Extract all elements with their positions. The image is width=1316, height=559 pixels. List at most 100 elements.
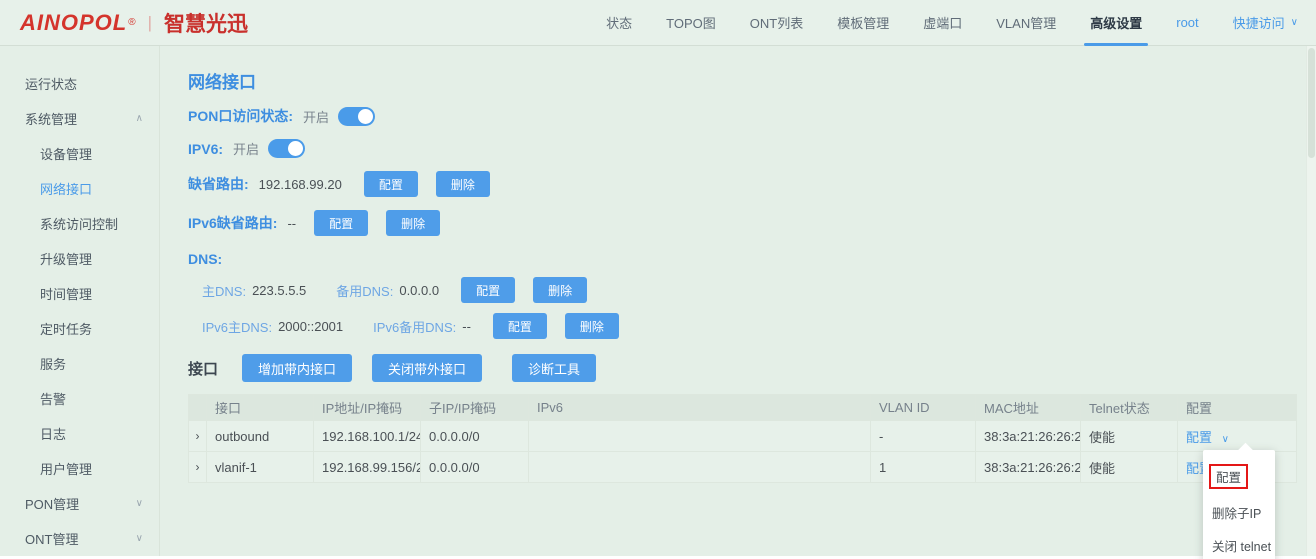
default-route-label: 缺省路由: (188, 174, 249, 194)
table-row: › outbound 192.168.100.1/24 0.0.0.0/0 - … (189, 421, 1297, 452)
sidebar-item-device-mgmt[interactable]: 设备管理 (0, 136, 159, 171)
cell-ipv6 (529, 421, 871, 452)
menu-item-delete-subip[interactable]: 删除子IP (1203, 496, 1275, 529)
col-telnet-status: Telnet状态 (1081, 395, 1178, 421)
row-expand-icon[interactable]: › (189, 421, 207, 452)
primary-dns-value: 223.5.5.5 (252, 283, 306, 298)
interface-section-row: 接口 增加带内接口 关闭带外接口 诊断工具 (188, 354, 1316, 382)
cell-config: 配置 ∨ (1178, 421, 1297, 452)
page-scrollbar[interactable] (1306, 46, 1316, 556)
cell-ip: 192.168.100.1/24 (314, 421, 421, 452)
sidebar: 运行状态 系统管理 ∧ 设备管理 网络接口 系统访问控制 升级管理 时间管理 定… (0, 46, 160, 559)
cell-mac: 38:3a:21:26:26:21 (976, 452, 1081, 483)
cell-subip: 0.0.0.0/0 (421, 421, 529, 452)
dns-delete-button[interactable]: 删除 (533, 277, 587, 303)
nav-virtual-port[interactable]: 虚端口 (923, 0, 962, 45)
sidebar-item-user-mgmt[interactable]: 用户管理 (0, 451, 159, 486)
cell-subip: 0.0.0.0/0 (421, 452, 529, 483)
scrollbar-thumb[interactable] (1308, 48, 1315, 158)
sidebar-item-logs[interactable]: 日志 (0, 416, 159, 451)
top-nav: 状态 TOPO图 ONT列表 模板管理 虚端口 VLAN管理 高级设置 root… (572, 0, 1298, 45)
sidebar-item-upgrade-mgmt[interactable]: 升级管理 (0, 241, 159, 276)
ipv6-default-route-delete-button[interactable]: 删除 (386, 210, 440, 236)
ipv6-backup-dns-label: IPv6备用DNS: (373, 317, 456, 336)
nav-topo[interactable]: TOPO图 (666, 0, 716, 45)
cell-telnet-status: 使能 (1081, 452, 1178, 483)
sidebar-item-system-access-control[interactable]: 系统访问控制 (0, 206, 159, 241)
chevron-down-icon: ∨ (136, 498, 143, 509)
cell-interface-name: vlanif-1 (207, 452, 314, 483)
default-route-row: 缺省路由: 192.168.99.20 配置 删除 (188, 171, 1316, 197)
ipv6-dns-configure-button[interactable]: 配置 (493, 313, 547, 339)
sidebar-item-ont-mgmt[interactable]: ONT管理 ∨ (0, 521, 159, 556)
table-header-row: 接口 IP地址/IP掩码 子IP/IP掩码 IPv6 VLAN ID MAC地址… (189, 395, 1297, 421)
sidebar-item-alarms[interactable]: 告警 (0, 381, 159, 416)
nav-status[interactable]: 状态 (606, 0, 632, 45)
ipv6-default-route-configure-button[interactable]: 配置 (314, 210, 368, 236)
main-content: 网络接口 PON口访问状态: 开启 IPV6: 开启 缺省路由: 192.168… (160, 46, 1316, 559)
ipv6-default-route-value: -- (287, 216, 296, 231)
close-outband-interface-button[interactable]: 关闭带外接口 (372, 354, 482, 382)
quick-access-label: 快捷访问 (1233, 13, 1285, 32)
col-config: 配置 (1178, 395, 1297, 421)
config-dropdown-menu: 配置 删除子IP 关闭 telnet 增加IPv6 (1203, 450, 1275, 559)
interface-section-label: 接口 (188, 358, 218, 379)
sidebar-item-pon-mgmt[interactable]: PON管理 ∨ (0, 486, 159, 521)
ipv6-toggle[interactable] (268, 139, 305, 158)
pon-access-toggle[interactable] (338, 107, 375, 126)
menu-item-configure[interactable]: 配置 (1203, 457, 1275, 496)
registered-mark: ® (128, 17, 135, 28)
sidebar-item-system-mgmt[interactable]: 系统管理 ∧ (0, 101, 159, 136)
backup-dns-value: 0.0.0.0 (399, 283, 439, 298)
add-inband-interface-button[interactable]: 增加带内接口 (242, 354, 352, 382)
nav-ont-list[interactable]: ONT列表 (750, 0, 803, 45)
row-configure-dropdown[interactable]: 配置 (1186, 430, 1212, 445)
col-vlan-id: VLAN ID (871, 395, 976, 421)
cell-vlan: 1 (871, 452, 976, 483)
pon-access-label: PON口访问状态: (188, 106, 293, 126)
chevron-down-icon[interactable]: ∨ (1222, 434, 1229, 445)
ipv6-label: IPV6: (188, 141, 223, 157)
cell-vlan: - (871, 421, 976, 452)
row-expand-icon[interactable]: › (189, 452, 207, 483)
default-route-value: 192.168.99.20 (259, 177, 342, 192)
cell-ip: 192.168.99.156/24 (314, 452, 421, 483)
nav-user-root[interactable]: root (1176, 0, 1198, 45)
sidebar-item-services[interactable]: 服务 (0, 346, 159, 381)
dns-configure-button[interactable]: 配置 (461, 277, 515, 303)
expand-column-header (189, 395, 207, 421)
dns-ipv6-row: IPv6主DNS: 2000::2001 IPv6备用DNS: -- 配置 删除 (202, 313, 1316, 339)
sidebar-item-network-interface[interactable]: 网络接口 (0, 171, 159, 206)
nav-advanced-settings[interactable]: 高级设置 (1090, 0, 1142, 45)
cell-interface-name: outbound (207, 421, 314, 452)
page-title: 网络接口 (188, 68, 1316, 93)
diagnostic-tools-button[interactable]: 诊断工具 (512, 354, 596, 382)
col-ip-mask: IP地址/IP掩码 (314, 395, 421, 421)
menu-item-close-telnet[interactable]: 关闭 telnet (1203, 529, 1275, 559)
ipv6-default-route-label: IPv6缺省路由: (188, 213, 277, 233)
pon-access-state: 开启 (303, 107, 329, 126)
nav-vlan-mgmt[interactable]: VLAN管理 (996, 0, 1056, 45)
default-route-delete-button[interactable]: 删除 (436, 171, 490, 197)
ipv6-default-route-row: IPv6缺省路由: -- 配置 删除 (188, 210, 1316, 236)
dns-section-label: DNS: (188, 251, 222, 267)
sidebar-item-running-status[interactable]: 运行状态 (0, 66, 159, 101)
default-route-configure-button[interactable]: 配置 (364, 171, 418, 197)
col-ipv6: IPv6 (529, 395, 871, 421)
sidebar-item-time-mgmt[interactable]: 时间管理 (0, 276, 159, 311)
interface-table: 接口 IP地址/IP掩码 子IP/IP掩码 IPv6 VLAN ID MAC地址… (188, 394, 1297, 483)
ipv6-primary-dns-label: IPv6主DNS: (202, 317, 272, 336)
ipv6-dns-delete-button[interactable]: 删除 (565, 313, 619, 339)
ipv6-state: 开启 (233, 139, 259, 158)
app-logo: AINOPOL® | 智慧光迅 (20, 8, 248, 38)
logo-divider: | (148, 13, 152, 33)
sidebar-item-scheduled-tasks[interactable]: 定时任务 (0, 311, 159, 346)
ipv6-row: IPV6: 开启 (188, 139, 1316, 158)
annotation-red-box: 配置 (1209, 464, 1248, 489)
col-subip-mask: 子IP/IP掩码 (421, 395, 529, 421)
nav-quick-access[interactable]: 快捷访问 ∨ (1233, 0, 1298, 45)
nav-template-mgmt[interactable]: 模板管理 (837, 0, 889, 45)
brand-name: AINOPOL (20, 10, 127, 36)
backup-dns-label: 备用DNS: (336, 281, 393, 300)
cell-telnet-status: 使能 (1081, 421, 1178, 452)
